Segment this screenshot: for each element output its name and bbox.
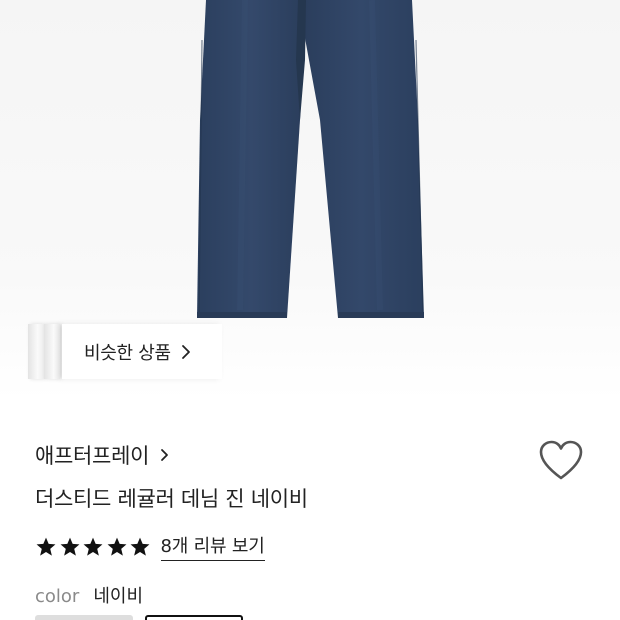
review-link[interactable]: 8개 리뷰 보기: [160, 532, 265, 561]
brand-link[interactable]: 애프터프레이: [35, 440, 171, 470]
star-filled-icon: [130, 537, 150, 556]
similar-product-thumbnail: [44, 324, 60, 379]
color-row: color 네이비: [35, 582, 143, 608]
star-filled-icon: [107, 537, 126, 556]
color-swatch-selected[interactable]: [145, 615, 243, 620]
product-detail-page: 비슷한 상품 애프터프레이 더스티드 레귤러 데님 진 네이비 8개 리뷰 보기…: [0, 0, 620, 620]
brand-name: 애프터프레이: [35, 444, 150, 468]
chevron-right-icon: [179, 343, 193, 361]
color-swatch[interactable]: [35, 615, 133, 620]
star-filled-icon: [36, 537, 56, 556]
chevron-right-icon: [159, 446, 171, 464]
star-filled-icon: [83, 537, 103, 556]
wishlist-button[interactable]: [538, 440, 584, 482]
similar-products-button[interactable]: 비슷한 상품: [28, 324, 222, 379]
star-filled-icon: [60, 537, 79, 556]
similar-products-label: 비슷한 상품: [84, 342, 171, 364]
color-value: 네이비: [93, 586, 144, 607]
rating-row: 8개 리뷰 보기: [35, 532, 265, 561]
similar-product-thumbnail: [28, 324, 44, 379]
similar-products-card: 비슷한 상품: [62, 324, 222, 379]
heart-icon: [539, 440, 583, 480]
color-label: color: [35, 586, 80, 607]
product-title: 더스티드 레귤러 데님 진 네이비: [35, 487, 308, 511]
star-rating: [35, 536, 153, 558]
